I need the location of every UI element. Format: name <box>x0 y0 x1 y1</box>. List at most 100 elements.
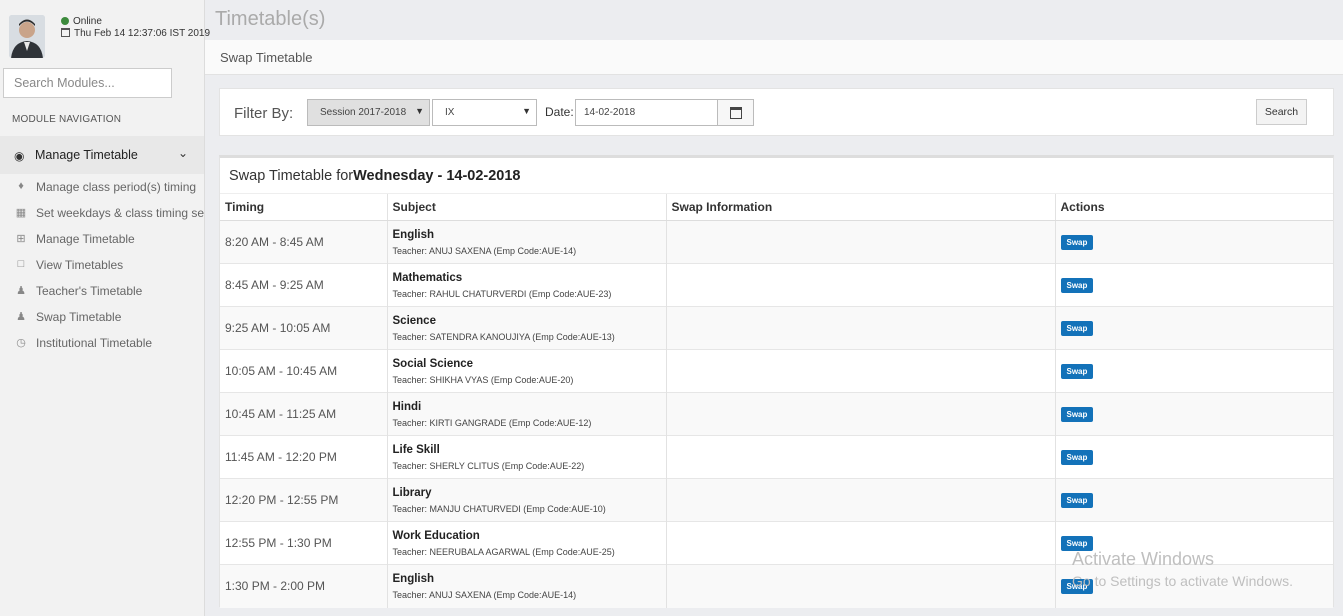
actions-cell: Swap <box>1054 392 1333 436</box>
subject-cell: Library Teacher: MANJU CHATURVEDI (Emp Co… <box>386 478 666 522</box>
search-button[interactable]: Search <box>1256 99 1307 125</box>
swap-button[interactable]: Swap <box>1060 235 1094 250</box>
teacher-info: Teacher: SHERLY CLITUS (Emp Code:AUE-22) <box>392 460 585 471</box>
actions-cell: Swap <box>1054 478 1333 522</box>
actions-cell: Swap <box>1054 349 1333 393</box>
table-row: 12:20 PM - 12:55 PM Library Teacher: MANJ… <box>220 478 1333 522</box>
session-select[interactable]: Session 2017-2018 ▼ <box>307 99 430 126</box>
teacher-info: Teacher: ANUJ SAXENA (Emp Code:AUE-14) <box>392 245 577 256</box>
user-panel: Online Thu Feb 14 12:37:06 IST 2019 <box>0 0 210 62</box>
subject-name: English <box>392 228 435 241</box>
timing-cell: 1:30 PM - 2:00 PM <box>220 564 387 608</box>
filter-label: Filter By: <box>234 105 294 122</box>
sidebar-item-manage-timetable[interactable]: ⊞ Manage Timetable <box>0 227 204 253</box>
column-header: Actions <box>1054 193 1333 221</box>
caption-prefix: Swap Timetable for <box>229 168 354 184</box>
table-row: 8:45 AM - 9:25 AM Mathematics Teacher: RA… <box>220 263 1333 307</box>
session-select-value: Session 2017-2018 <box>320 107 407 118</box>
sidebar-item-set-weekdays[interactable]: ▦ Set weekdays & class timing sets <box>0 201 204 227</box>
swap-info-cell <box>665 521 1055 565</box>
subject-cell: Mathematics Teacher: RAHUL CHATURVERDI (E… <box>386 263 666 307</box>
caption-date: Wednesday - 14-02-2018 <box>353 168 521 184</box>
subject-name: Hindi <box>392 400 422 413</box>
subject-cell: Social Science Teacher: SHIKHA VYAS (Emp … <box>386 349 666 393</box>
sidebar-item-teachers-timetable[interactable]: ♟ Teacher's Timetable <box>0 279 204 305</box>
sidebar-item-label: Set weekdays & class timing sets <box>36 206 204 220</box>
class-select[interactable]: IX ▼ <box>432 99 537 126</box>
sidebar-group-label: Manage Timetable <box>35 148 138 162</box>
dashboard-icon: ◉ <box>14 149 25 163</box>
date-label: Date: <box>545 105 574 119</box>
swap-button[interactable]: Swap <box>1060 321 1094 336</box>
breadcrumb: Swap Timetable <box>205 40 1343 75</box>
timing-cell: 8:45 AM - 9:25 AM <box>220 263 387 307</box>
actions-cell: Swap <box>1054 263 1333 307</box>
current-datetime: Thu Feb 14 12:37:06 IST 2019 <box>61 28 210 39</box>
sidebar: Online Thu Feb 14 12:37:06 IST 2019 Sear… <box>0 0 210 616</box>
date-input[interactable]: 14-02-2018 <box>575 99 718 126</box>
swap-info-cell <box>665 392 1055 436</box>
swap-info-cell <box>665 306 1055 350</box>
search-modules-input[interactable]: Search Modules... <box>3 68 172 98</box>
swap-info-cell <box>665 220 1055 264</box>
subject-cell: Life Skill Teacher: SHERLY CLITUS (Emp Co… <box>386 435 666 479</box>
dropdown-arrow-icon: ▼ <box>415 106 424 116</box>
timing-cell: 9:25 AM - 10:05 AM <box>220 306 387 350</box>
table-row: 11:45 AM - 12:20 PM Life Skill Teacher: S… <box>220 435 1333 479</box>
swap-info-cell <box>665 349 1055 393</box>
sidebar-item-swap-timetable[interactable]: ♟ Swap Timetable <box>0 305 204 331</box>
table-row: 10:45 AM - 11:25 AM Hindi Teacher: KIRTI … <box>220 392 1333 436</box>
table-caption: Swap Timetable forWednesday - 14-02-2018 <box>229 168 521 184</box>
subject-name: Life Skill <box>392 443 440 456</box>
timing-cell: 11:45 AM - 12:20 PM <box>220 435 387 479</box>
table-row: 8:20 AM - 8:45 AM English Teacher: ANUJ S… <box>220 220 1333 264</box>
calendar-plus-icon: ⊞ <box>16 233 26 245</box>
actions-cell: Swap <box>1054 435 1333 479</box>
timetable-panel: Swap Timetable forWednesday - 14-02-2018… <box>219 155 1334 608</box>
table-header-row: Timing Subject Swap Information Actions <box>220 193 1333 221</box>
calendar-icon: ▦ <box>15 207 27 219</box>
subject-name: Library <box>392 486 432 499</box>
windows-activation-watermark: Activate Windows <box>1072 549 1215 569</box>
online-status: Online <box>61 16 102 27</box>
swap-info-cell <box>665 263 1055 307</box>
sidebar-item-label: Institutional Timetable <box>36 336 153 350</box>
column-header: Timing <box>220 193 387 221</box>
timing-cell: 8:20 AM - 8:45 AM <box>220 220 387 264</box>
swap-button[interactable]: Swap <box>1060 407 1094 422</box>
swap-button[interactable]: Swap <box>1060 364 1094 379</box>
user-icon: ♟ <box>16 311 26 323</box>
teacher-info: Teacher: SHIKHA VYAS (Emp Code:AUE-20) <box>392 374 574 385</box>
sidebar-item-label: Manage class period(s) timing <box>36 180 197 194</box>
sidebar-item-view-timetables[interactable]: □ View Timetables <box>0 253 204 279</box>
teacher-info: Teacher: KIRTI GANGRADE (Emp Code:AUE-12… <box>392 417 592 428</box>
subject-name: Science <box>392 314 436 327</box>
sidebar-item-label: View Timetables <box>36 258 124 272</box>
swap-button[interactable]: Swap <box>1060 493 1094 508</box>
teacher-info: Teacher: MANJU CHATURVEDI (Emp Code:AUE-… <box>392 503 606 514</box>
swap-button[interactable]: Swap <box>1060 278 1094 293</box>
status-text: Online <box>73 16 102 27</box>
subject-name: Work Education <box>392 529 480 542</box>
timing-cell: 12:55 PM - 1:30 PM <box>220 521 387 565</box>
online-dot-icon <box>61 17 69 25</box>
sidebar-item-label: Swap Timetable <box>36 310 122 324</box>
swap-button[interactable]: Swap <box>1060 450 1094 465</box>
date-picker-button[interactable] <box>717 99 754 126</box>
sidebar-item-label: Manage Timetable <box>36 232 135 246</box>
calendar-icon <box>730 107 742 119</box>
subject-name: Mathematics <box>392 271 463 284</box>
swap-info-cell <box>665 435 1055 479</box>
chevron-down-icon: ⌄ <box>178 146 189 160</box>
datetime-text: Thu Feb 14 12:37:06 IST 2019 <box>74 28 211 39</box>
calendar-icon <box>61 28 70 37</box>
timing-cell: 10:05 AM - 10:45 AM <box>220 349 387 393</box>
sidebar-item-manage-class-periods[interactable]: ♦ Manage class period(s) timing <box>0 175 204 201</box>
sidebar-group-manage-timetable[interactable]: ◉ Manage Timetable ⌄ <box>0 136 204 174</box>
subject-cell: English Teacher: ANUJ SAXENA (Emp Code:AU… <box>386 564 666 608</box>
table-row: 9:25 AM - 10:05 AM Science Teacher: SATEN… <box>220 306 1333 350</box>
sidebar-item-institutional-timetable[interactable]: ◷ Institutional Timetable <box>0 331 204 357</box>
main-content: Timetable(s) Swap Timetable Filter By: S… <box>205 0 1343 616</box>
avatar[interactable] <box>9 15 45 58</box>
timing-cell: 12:20 PM - 12:55 PM <box>220 478 387 522</box>
